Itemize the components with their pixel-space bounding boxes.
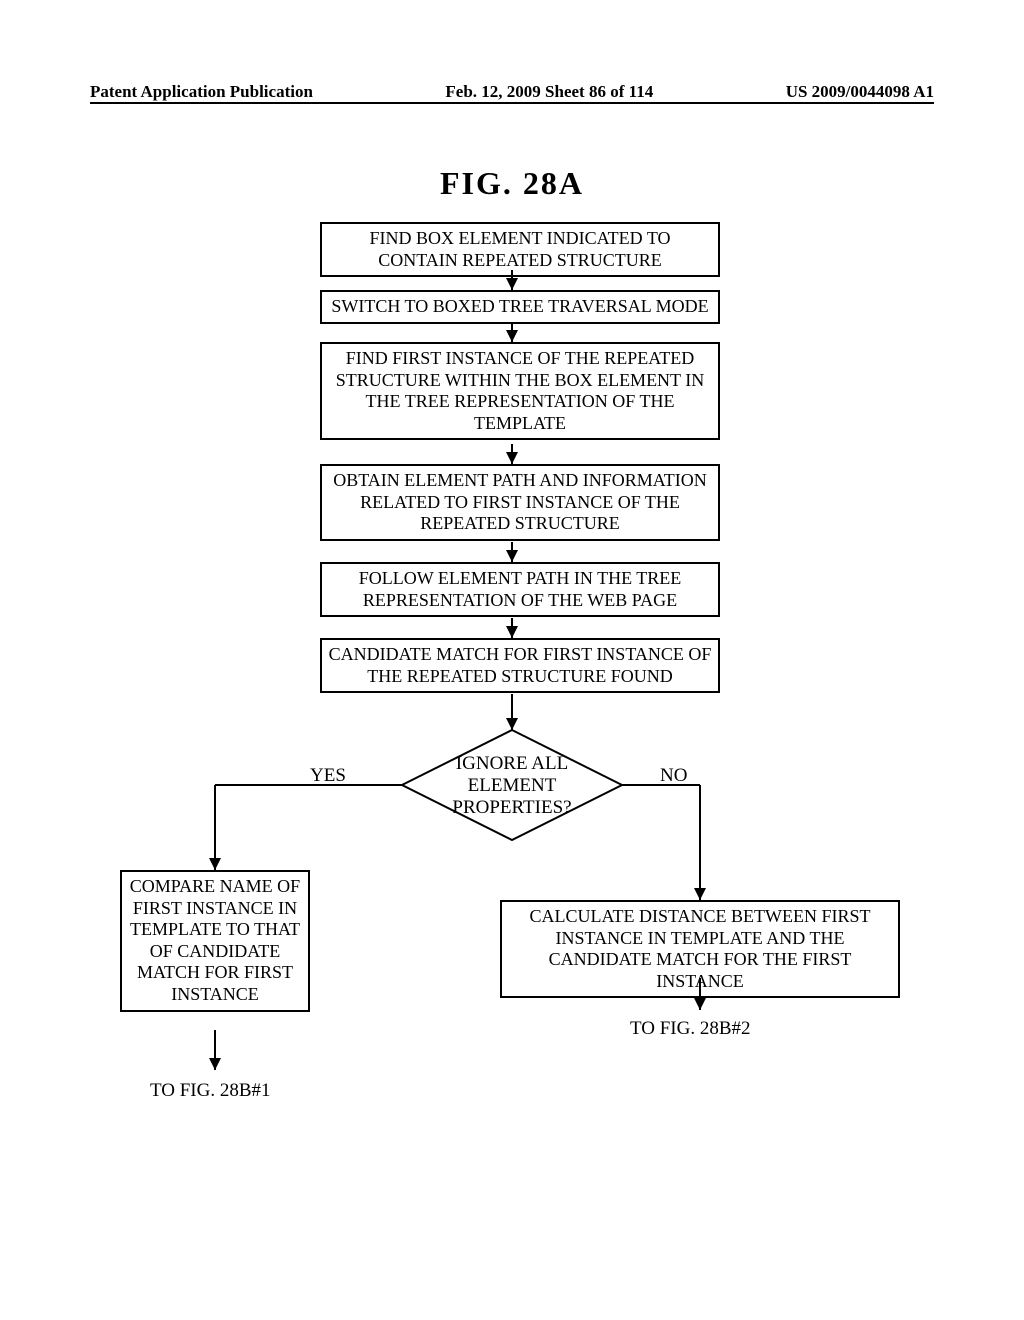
step-candidate-match: CANDIDATE MATCH FOR FIRST INSTANCE OF TH… bbox=[320, 638, 720, 693]
page-header: Patent Application Publication Feb. 12, … bbox=[0, 82, 1024, 102]
step-find-box-element: FIND BOX ELEMENT INDICATED TO CONTAIN RE… bbox=[320, 222, 720, 277]
header-mid: Feb. 12, 2009 Sheet 86 of 114 bbox=[445, 82, 653, 102]
step-follow-path: FOLLOW ELEMENT PATH IN THE TREE REPRESEN… bbox=[320, 562, 720, 617]
step-calculate-distance: CALCULATE DISTANCE BETWEEN FIRST INSTANC… bbox=[500, 900, 900, 998]
decision-ignore-properties: IGNORE ALL ELEMENT PROPERTIES? bbox=[430, 753, 594, 819]
header-rule bbox=[90, 102, 934, 104]
figure-title: FIG. 28A bbox=[0, 165, 1024, 202]
step-compare-name: COMPARE NAME OF FIRST INSTANCE IN TEMPLA… bbox=[120, 870, 310, 1012]
step-find-first-instance: FIND FIRST INSTANCE OF THE REPEATED STRU… bbox=[320, 342, 720, 440]
header-left: Patent Application Publication bbox=[90, 82, 313, 102]
label-to-28b2: TO FIG. 28B#2 bbox=[630, 1018, 751, 1040]
label-yes: YES bbox=[310, 765, 346, 787]
label-to-28b1: TO FIG. 28B#1 bbox=[150, 1080, 271, 1102]
step-switch-mode: SWITCH TO BOXED TREE TRAVERSAL MODE bbox=[320, 290, 720, 324]
page: Patent Application Publication Feb. 12, … bbox=[0, 0, 1024, 1320]
step-obtain-path: OBTAIN ELEMENT PATH AND INFORMATION RELA… bbox=[320, 464, 720, 541]
header-right: US 2009/0044098 A1 bbox=[786, 82, 934, 102]
label-no: NO bbox=[660, 765, 687, 787]
